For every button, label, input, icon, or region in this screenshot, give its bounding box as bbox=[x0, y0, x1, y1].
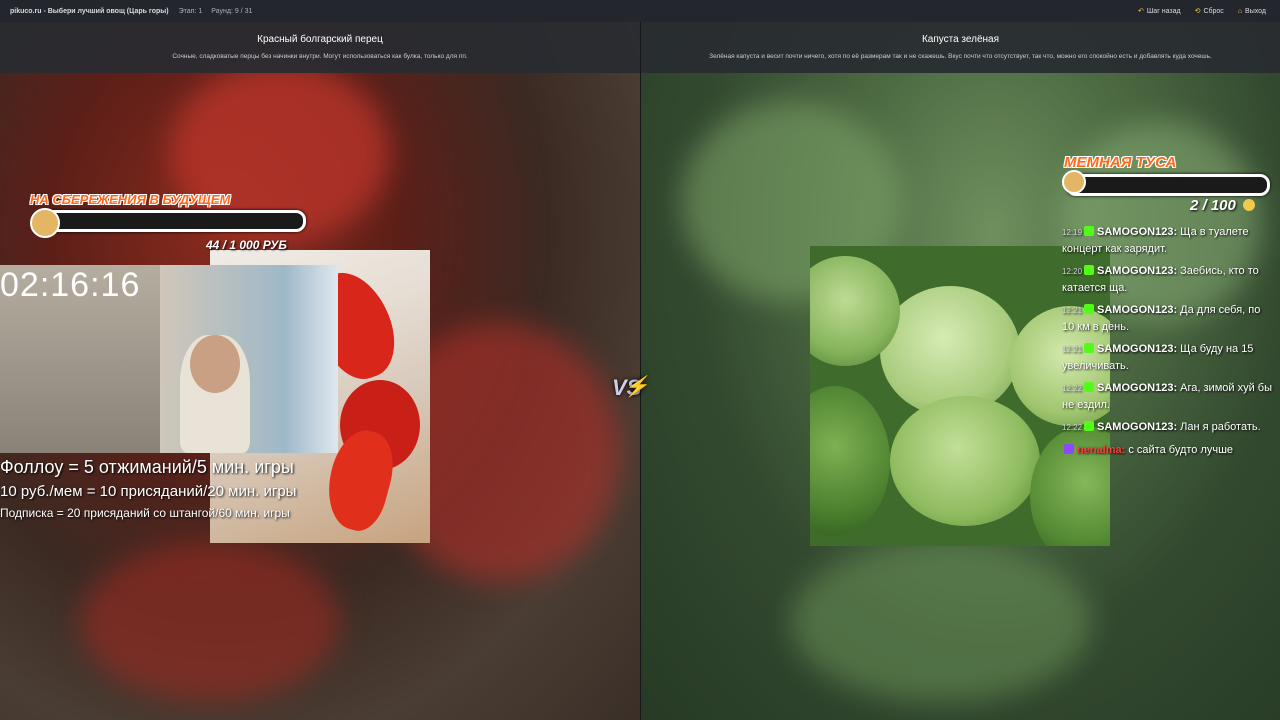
rule-follow: Фоллоу = 5 отжиманий/5 мин. игры bbox=[0, 457, 294, 477]
chat-time: 12:22 bbox=[1062, 423, 1083, 432]
chat-time: 12:21 bbox=[1062, 345, 1083, 354]
streamer-head bbox=[190, 335, 240, 393]
bg-cabbage-blur bbox=[791, 542, 1091, 702]
back-step-label: Шаг назад bbox=[1146, 7, 1181, 15]
savings-goal-bar bbox=[34, 210, 306, 232]
meme-goal-count: 2 / 100 bbox=[1190, 197, 1256, 214]
chat-message: 12:21 SAMOGON123: Да для себя, по 10 км в… bbox=[1062, 302, 1274, 335]
lightning-icon: ⚡ bbox=[624, 376, 649, 398]
reset-button[interactable]: ⟲ Сброс bbox=[1194, 7, 1224, 16]
chat-text: Лан я работать. bbox=[1177, 421, 1261, 433]
chat-text: с сайта будто лучше bbox=[1125, 444, 1234, 456]
right-title: Капуста зелёная bbox=[921, 34, 1000, 45]
reset-icon: ⟲ bbox=[1194, 8, 1201, 15]
cabbage-leaf bbox=[810, 386, 890, 536]
kick-icon bbox=[1084, 421, 1095, 431]
rule-subscription: Подписка = 20 присяданий со штангой/60 м… bbox=[0, 506, 290, 520]
chat-time: 12:19 bbox=[1062, 228, 1083, 237]
chat-message: 12:22 SAMOGON123: Ага, зимой хуй бы не ез… bbox=[1062, 380, 1274, 413]
right-description: Зелёная капуста и весит почти ничего, хо… bbox=[709, 53, 1212, 60]
chat-username: SAMOGON123: bbox=[1097, 265, 1178, 277]
chat-username: SAMOGON123: bbox=[1097, 343, 1178, 355]
chat-time: 12:21 bbox=[1062, 306, 1083, 315]
doge-icon bbox=[1062, 170, 1086, 194]
chat-time: 12:20 bbox=[1062, 267, 1083, 276]
kick-icon bbox=[1084, 226, 1095, 236]
chat-message: 12:20 SAMOGON123: Заебись, кто то катаетс… bbox=[1062, 263, 1274, 296]
twitch-icon bbox=[1064, 444, 1074, 454]
meme-goal-bar bbox=[1066, 174, 1270, 196]
kick-icon bbox=[1084, 343, 1095, 353]
meme-goal-title: МЕМНАЯ ТУСА bbox=[1064, 154, 1177, 171]
exit-button[interactable]: ⌂ Выход bbox=[1238, 8, 1266, 15]
chat-overlay: 12:19 SAMOGON123: Ща в туалете концерт ка… bbox=[1062, 224, 1274, 465]
exit-label: Выход bbox=[1245, 7, 1266, 15]
cabbage-head bbox=[890, 396, 1040, 526]
kick-icon bbox=[1084, 304, 1095, 314]
chat-username: SAMOGON123: bbox=[1097, 304, 1178, 316]
round-indicator: Раунд: 9 / 31 bbox=[211, 7, 253, 15]
left-title: Красный болгарский перец bbox=[257, 34, 383, 45]
rule-meme: 10 руб./мем = 10 присяданий/20 мин. игры bbox=[0, 483, 297, 500]
left-header[interactable]: Красный болгарский перец Сочные, сладков… bbox=[0, 22, 640, 73]
chat-username: SAMOGON123: bbox=[1097, 421, 1178, 433]
kick-icon bbox=[1084, 382, 1095, 392]
chat-username: nenalma: bbox=[1077, 444, 1126, 456]
doge-icon bbox=[30, 208, 60, 238]
chat-username: SAMOGON123: bbox=[1097, 382, 1178, 394]
back-step-button[interactable]: ↶ Шаг назад bbox=[1138, 7, 1181, 16]
chat-message: 12:19 SAMOGON123: Ща в туалете концерт ка… bbox=[1062, 224, 1274, 257]
coin-icon bbox=[1243, 199, 1256, 211]
stage-indicator: Этап: 1 bbox=[178, 7, 203, 15]
chat-message: 12:22 SAMOGON123: Лан я работать. bbox=[1062, 419, 1274, 436]
stream-timer: 02:16:16 bbox=[0, 266, 141, 304]
site-title: pikuco.ru - Выбери лучший овощ (Царь гор… bbox=[10, 7, 169, 15]
right-header[interactable]: Капуста зелёная Зелёная капуста и весит … bbox=[641, 22, 1280, 73]
chat-message: 12:21 SAMOGON123: Ща буду на 15 увеличива… bbox=[1062, 341, 1274, 374]
kick-icon bbox=[1084, 265, 1095, 275]
undo-icon: ↶ bbox=[1138, 8, 1144, 15]
chat-time: 12:22 bbox=[1062, 384, 1083, 393]
bg-pepper-blur bbox=[80, 542, 340, 702]
top-actions: ↶ Шаг назад ⟲ Сброс ⌂ Выход bbox=[1138, 0, 1266, 22]
chat-message: nenalma: с сайта будто лучше bbox=[1062, 442, 1274, 459]
left-description: Сочные, сладковатые перцы без начинки вн… bbox=[172, 53, 468, 60]
meme-goal-count-text: 2 / 100 bbox=[1190, 197, 1236, 214]
chat-username: SAMOGON123: bbox=[1097, 226, 1178, 238]
vs-badge: VS ⚡ bbox=[612, 375, 649, 401]
savings-goal-title: НА СБЕРЕЖЕНИЯ В БУДУЩЕМ bbox=[30, 192, 231, 207]
savings-goal-count: 44 / 1 000 РУБ bbox=[206, 238, 287, 252]
reset-label: Сброс bbox=[1203, 7, 1224, 15]
home-icon: ⌂ bbox=[1237, 7, 1243, 15]
top-bar: pikuco.ru - Выбери лучший овощ (Царь гор… bbox=[0, 0, 1280, 23]
